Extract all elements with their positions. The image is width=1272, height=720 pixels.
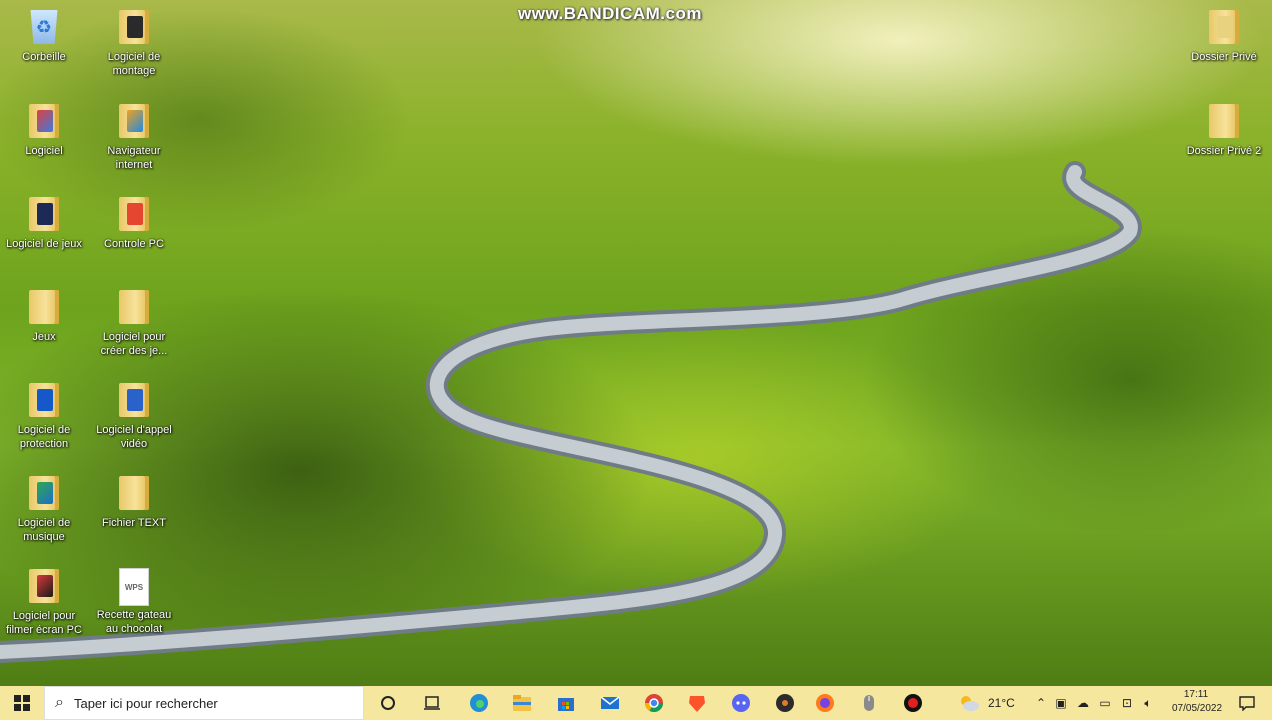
taskbar-brave[interactable]	[684, 690, 710, 716]
desktop-icon-controle-pc[interactable]: Controle PC	[92, 195, 176, 251]
windows-logo-icon	[14, 695, 30, 711]
desktop-icon-navigateur-internet[interactable]: Navigateur internet	[92, 102, 176, 172]
desktop-icon-label: Logiciel d'appel vidéo	[96, 424, 172, 450]
system-tray: ⌃ ▣ ☁ ▭ ⊡ 🔈︎	[1032, 686, 1158, 720]
folder-icon	[1209, 104, 1239, 138]
desktop-icon-logiciel-filmer-ecran[interactable]: Logiciel pour filmer écran PC	[2, 567, 86, 637]
edge-browser-icon	[470, 694, 488, 712]
chrome-icon	[645, 694, 663, 713]
desktop-icon-label: Logiciel de musique	[17, 517, 71, 543]
meet-now-icon[interactable]: ▣	[1050, 696, 1072, 710]
taskbar-file-explorer[interactable]	[509, 690, 535, 716]
desktop-icon-label: Navigateur internet	[107, 145, 161, 171]
desktop-icon-label: Fichier TEXT	[102, 517, 166, 529]
folder-icon	[119, 383, 149, 417]
weather-temperature: 21°C	[988, 696, 1015, 710]
firefox-icon	[816, 694, 834, 712]
weather-widget[interactable]: 21°C	[958, 686, 1015, 720]
desktop-icon-label: Controle PC	[104, 238, 164, 250]
folder-icon	[29, 104, 59, 138]
file-explorer-icon	[513, 695, 531, 711]
search-icon: ⌕	[55, 694, 64, 711]
desktop-icon-label: Logiciel de jeux	[6, 238, 82, 250]
folder-icon	[29, 197, 59, 231]
desktop-icon-label: Logiciel pour filmer écran PC	[6, 610, 82, 636]
start-button[interactable]	[0, 686, 44, 720]
desktop-icon-label: Recette gateau au chocolat	[96, 609, 172, 635]
desktop-icon-fichier-text[interactable]: Fichier TEXT	[92, 474, 176, 530]
taskbar-bandicam[interactable]	[900, 690, 926, 716]
desktop-icon-logiciel[interactable]: Logiciel	[2, 102, 86, 158]
discord-icon	[732, 694, 750, 712]
cortana-button[interactable]	[375, 690, 401, 716]
mail-icon	[600, 696, 620, 709]
notification-icon	[1239, 696, 1255, 711]
brave-lion-icon	[689, 696, 705, 712]
notification-center-button[interactable]	[1234, 690, 1260, 716]
taskbar-search-box[interactable]: ⌕ Taper ici pour rechercher	[44, 686, 364, 720]
desktop-icon-logiciel-appel-video[interactable]: Logiciel d'appel vidéo	[92, 381, 176, 451]
desktop-icon-label: Corbeille	[22, 51, 66, 63]
search-placeholder: Taper ici pour rechercher	[73, 695, 218, 711]
store-icon	[558, 698, 574, 711]
desktop-icon-label: Dossier Privé 2	[1186, 145, 1262, 157]
desktop-icon-dossier-prive-2[interactable]: Dossier Privé 2	[1182, 102, 1266, 158]
folder-icon	[29, 569, 59, 603]
taskbar-edge[interactable]	[466, 690, 492, 716]
taskbar-media-app[interactable]	[772, 690, 798, 716]
desktop-icon-logiciel-de-montage[interactable]: Logiciel de montage	[92, 8, 176, 78]
desktop-icon-label: Logiciel de montage	[107, 51, 161, 77]
battery-icon[interactable]: ▭	[1094, 696, 1116, 710]
taskbar-discord[interactable]	[728, 690, 754, 716]
taskbar-firefox[interactable]	[812, 690, 838, 716]
desktop-icon-corbeille[interactable]: ♻ Corbeille	[2, 8, 86, 64]
desktop-icon-logiciel-de-musique[interactable]: Logiciel de musique	[2, 474, 86, 544]
desktop-icon-label: Logiciel	[25, 145, 63, 157]
desktop-icon-label: Jeux	[32, 331, 56, 343]
taskbar-clock[interactable]: 17:11 07/05/2022	[1172, 688, 1223, 716]
cloud-icon[interactable]: ☁	[1072, 696, 1094, 710]
taskbar: ⌕ Taper ici pour rechercher 21°C ⌃ ▣ ☁ ▭…	[0, 686, 1272, 720]
desktop-wallpaper	[0, 0, 1272, 686]
taskbar-microsoft-store[interactable]	[553, 690, 579, 716]
recycle-bin-icon: ♻	[30, 10, 58, 44]
folder-icon	[119, 104, 149, 138]
media-player-icon	[776, 694, 794, 712]
folder-icon	[29, 383, 59, 417]
taskbar-mouse-app[interactable]	[856, 690, 882, 716]
folder-icon	[29, 290, 59, 324]
folder-icon	[119, 476, 149, 510]
chevron-up-icon[interactable]: ⌃	[1032, 696, 1050, 710]
bandicam-watermark: www.BANDICAM.com	[518, 4, 702, 23]
taskbar-mail[interactable]	[597, 690, 623, 716]
desktop-icon-logiciel-de-protection[interactable]: Logiciel de protection	[2, 381, 86, 451]
desktop-icon-label: Dossier Privé	[1191, 51, 1257, 63]
folder-icon	[119, 10, 149, 44]
folder-icon	[119, 290, 149, 324]
wps-document-icon: WPS	[119, 568, 149, 606]
record-icon	[904, 694, 922, 712]
folder-icon	[119, 197, 149, 231]
cortana-circle-icon	[381, 696, 395, 710]
desktop-icon-dossier-prive[interactable]: Dossier Privé	[1182, 8, 1266, 64]
mouse-icon	[864, 695, 874, 711]
task-view-icon	[424, 696, 440, 710]
folder-icon	[29, 476, 59, 510]
clock-time: 17:11	[1183, 689, 1209, 700]
desktop-icon-recette-gateau[interactable]: WPS Recette gateau au chocolat	[92, 567, 176, 636]
desktop-icon-logiciel-creer-jeux[interactable]: Logiciel pour créer des je...	[92, 288, 176, 358]
volume-icon[interactable]: 🔈︎	[1138, 696, 1158, 711]
desktop-icon-jeux[interactable]: Jeux	[2, 288, 86, 344]
desktop-icon-label: Logiciel de protection	[17, 424, 71, 450]
weather-sun-cloud-icon	[961, 696, 979, 711]
task-view-button[interactable]	[419, 690, 445, 716]
wallpaper-road	[0, 161, 1142, 663]
folder-icon	[1209, 10, 1239, 44]
desktop-icon-label: Logiciel pour créer des je...	[100, 331, 168, 357]
clock-date: 07/05/2022	[1172, 703, 1223, 714]
network-icon[interactable]: ⊡	[1116, 696, 1138, 710]
desktop-icon-logiciel-de-jeux[interactable]: Logiciel de jeux	[2, 195, 86, 251]
taskbar-chrome[interactable]	[641, 690, 667, 716]
